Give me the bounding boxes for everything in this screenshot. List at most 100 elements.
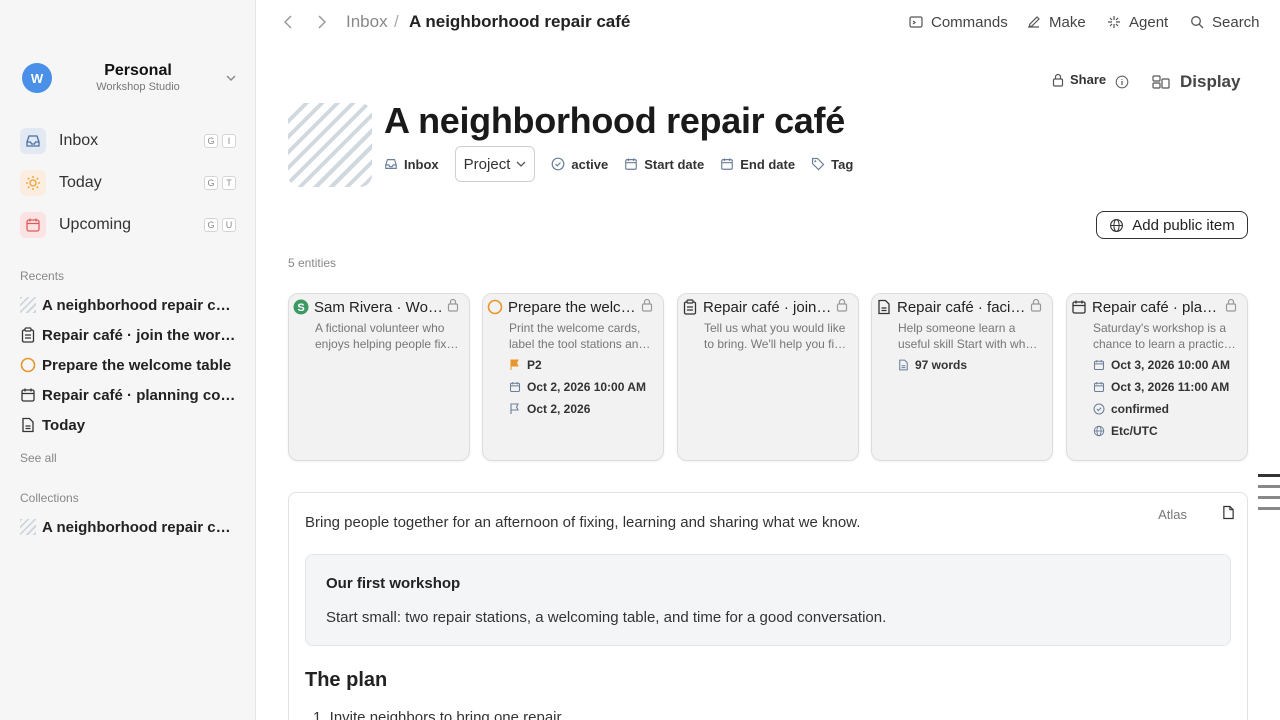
make-button[interactable]: Make <box>1027 12 1086 32</box>
inbox-icon <box>385 159 397 169</box>
card-meta-text: Oct 2, 2026 10:00 AM <box>527 380 646 394</box>
outline-toggle[interactable] <box>1258 474 1280 518</box>
status-property[interactable]: active <box>551 157 608 172</box>
svg-text:S: S <box>297 302 304 314</box>
task-circle-icon <box>20 357 36 373</box>
entity-card[interactable]: Repair café · join the workshop Tell us … <box>677 293 859 461</box>
search-icon <box>1191 16 1204 29</box>
entity-card[interactable]: S Sam Rivera · Workshop volunteer A fict… <box>288 293 470 461</box>
recent-item[interactable]: A neighborhood repair café <box>20 294 236 316</box>
collection-item[interactable]: A neighborhood repair café <box>20 516 236 538</box>
display-button[interactable]: Display <box>1152 72 1240 92</box>
recent-item-label: Prepare the welcome table <box>42 356 232 374</box>
card-meta-text: Etc/UTC <box>1111 424 1158 438</box>
tag-property[interactable]: Tag <box>811 157 853 172</box>
shortcut-key: G <box>204 134 218 148</box>
atlas-label: Atlas <box>1158 507 1187 522</box>
chevron-down-icon[interactable] <box>224 71 238 85</box>
inbox-icon <box>20 128 46 154</box>
recent-item-label: Today <box>42 416 86 434</box>
card-meta-timezone: Etc/UTC <box>1077 421 1237 441</box>
breadcrumb-inbox[interactable]: Inbox <box>346 12 388 32</box>
card-meta-wordcount: 97 words <box>882 355 1042 375</box>
lock-icon <box>836 298 848 317</box>
see-all-link[interactable]: See all <box>20 451 57 465</box>
end-date-property[interactable]: End date <box>720 157 795 172</box>
sidebar-item-upcoming[interactable]: Upcoming G U <box>20 210 236 240</box>
entity-count: 5 entities <box>288 256 337 270</box>
info-icon[interactable] <box>1115 75 1129 94</box>
lock-icon <box>447 298 459 317</box>
back-arrow-icon[interactable] <box>278 12 298 32</box>
location-property[interactable]: Inbox <box>384 157 439 172</box>
start-date-label: Start date <box>644 156 705 172</box>
workspace-switcher[interactable]: W Personal Workshop Studio <box>22 60 238 96</box>
agent-label: Agent <box>1129 13 1169 31</box>
commands-label: Commands <box>931 13 1008 31</box>
agent-button[interactable]: Agent <box>1107 12 1168 32</box>
entity-card[interactable]: Repair café · facilitator guide Help som… <box>871 293 1053 461</box>
card-meta-priority: P2 <box>493 355 653 375</box>
card-meta-text: Oct 3, 2026 11:00 AM <box>1111 380 1230 394</box>
shortcut-key: I <box>222 134 236 148</box>
event-calendar-icon <box>1071 299 1087 315</box>
document-icon <box>20 417 36 433</box>
lock-icon <box>1225 298 1237 317</box>
sidebar-item-label: Inbox <box>59 132 99 149</box>
tag-label: Tag <box>831 156 854 172</box>
display-label: Display <box>1180 72 1241 91</box>
properties-bar: Inbox Project active Start date End date… <box>384 146 869 182</box>
shortcut-key: U <box>222 218 236 232</box>
page-title[interactable]: A neighborhood repair café <box>384 100 845 142</box>
recent-item-label: Repair café · join the workshop <box>42 326 236 344</box>
card-meta-text: Oct 3, 2026 10:00 AM <box>1111 358 1230 372</box>
card-title: Repair café · facilitator guide <box>897 298 1026 316</box>
start-date-property[interactable]: Start date <box>624 157 704 172</box>
type-select[interactable]: Project <box>454 146 536 182</box>
document-icon <box>899 359 908 371</box>
sidebar-item-today[interactable]: Today G T <box>20 168 236 198</box>
recent-item[interactable]: Today <box>20 414 236 436</box>
cover-image[interactable] <box>288 103 372 187</box>
document-body[interactable]: Atlas Bring people together for an after… <box>288 492 1248 720</box>
card-meta-date: Oct 2, 2026 10:00 AM <box>493 377 653 397</box>
sidebar-item-inbox[interactable]: Inbox G I <box>20 126 236 156</box>
person-s-icon: S <box>293 299 309 315</box>
sun-icon <box>20 170 46 196</box>
sparkle-icon <box>1108 16 1120 28</box>
card-meta-end: Oct 3, 2026 11:00 AM <box>1077 377 1237 397</box>
section-heading: The plan <box>305 669 388 691</box>
card-meta-start: Oct 3, 2026 10:00 AM <box>1077 355 1237 375</box>
lock-icon <box>641 298 653 317</box>
calendar-icon <box>509 382 521 393</box>
recent-item-label: A neighborhood repair café <box>42 296 236 314</box>
commands-button[interactable]: Commands <box>909 12 1008 32</box>
recent-item[interactable]: Prepare the welcome table <box>20 354 236 376</box>
card-description: Saturday's workshop is a chance to learn… <box>1093 321 1234 351</box>
file-icon[interactable] <box>1222 505 1235 525</box>
entity-card[interactable]: Prepare the welcome table Print the welc… <box>482 293 664 461</box>
recent-item[interactable]: Repair café · join the workshop <box>20 324 236 346</box>
card-meta-deadline: Oct 2, 2026 <box>493 399 653 419</box>
document-intro: Bring people together for an afternoon o… <box>305 514 861 531</box>
recent-item[interactable]: Repair café · planning coffee <box>20 384 236 406</box>
forward-arrow-icon[interactable] <box>312 12 332 32</box>
shortcut-key: G <box>204 218 218 232</box>
breadcrumb-current: A neighborhood repair café <box>409 12 631 31</box>
entity-card[interactable]: Repair café · planning coffee Saturday's… <box>1066 293 1248 461</box>
list-item: 1. Invite neighbors to bring one repair. <box>313 709 565 720</box>
add-public-item-button[interactable]: Add public item <box>1096 211 1248 239</box>
form-icon <box>682 299 698 315</box>
calendar-icon <box>625 158 638 170</box>
sidebar-item-label: Today <box>59 174 102 191</box>
card-description: Help someone learn a useful skill Start … <box>898 321 1036 351</box>
share-button[interactable]: Share <box>1052 72 1106 87</box>
globe-icon <box>1110 218 1124 232</box>
check-circle-icon <box>551 157 565 171</box>
card-title: Repair café · join the workshop <box>703 298 832 316</box>
calendar-icon <box>1093 360 1105 371</box>
event-calendar-icon <box>20 387 36 403</box>
calendar-icon <box>721 158 734 170</box>
card-title: Repair café · planning coffee <box>1092 298 1221 316</box>
search-button[interactable]: Search <box>1190 12 1260 32</box>
